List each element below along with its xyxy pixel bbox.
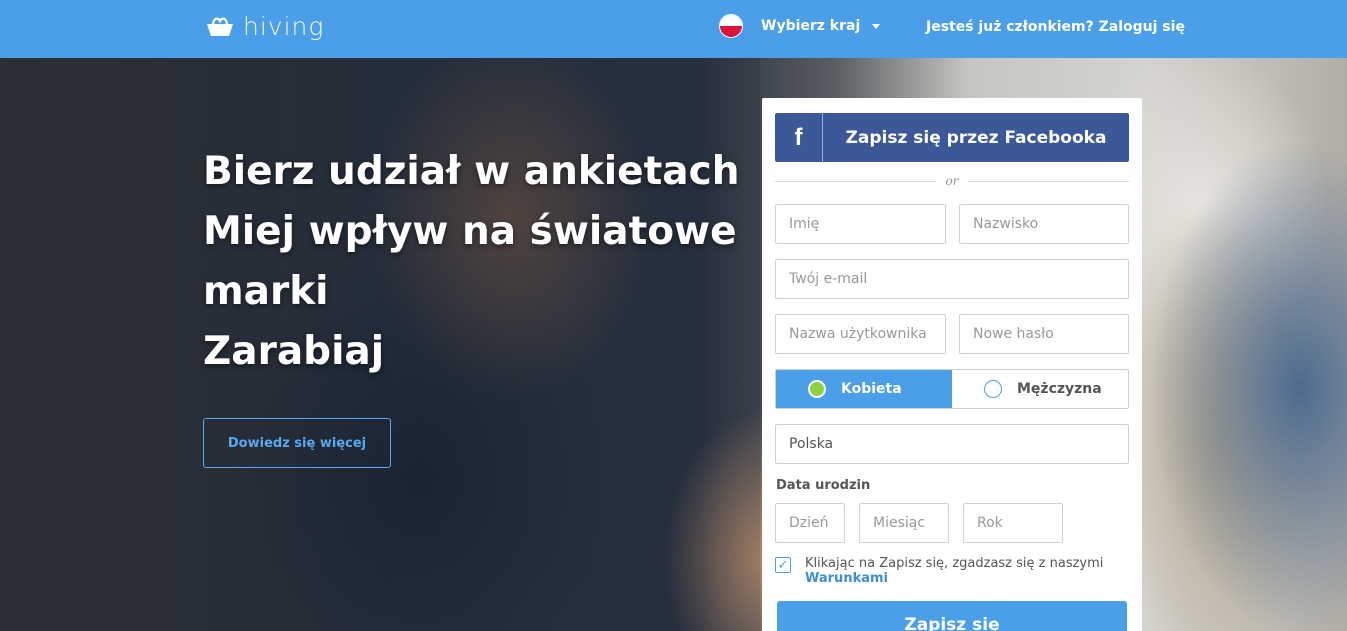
facebook-signup-label: Zapisz się przez Facebooka	[845, 127, 1107, 148]
email-field[interactable]: Twój e-mail	[775, 259, 1129, 299]
birth-month-field[interactable]: Miesiąc	[859, 503, 949, 543]
birth-day-field[interactable]: Dzień	[775, 503, 845, 543]
radio-unselected-icon	[984, 380, 1002, 398]
facebook-signup-button[interactable]: f Zapisz się przez Facebooka	[775, 113, 1129, 162]
password-field[interactable]: Nowe hasło	[959, 314, 1129, 354]
basket-logo-icon	[207, 17, 233, 36]
gender-selector: Kobieta Mężczyzna	[775, 369, 1129, 409]
country-field[interactable]: Polska	[775, 424, 1129, 464]
gender-option-female[interactable]: Kobieta	[776, 370, 952, 408]
username-field[interactable]: Nazwa użytkownika	[775, 314, 946, 354]
or-text: or	[945, 174, 959, 188]
logo-text: hiving	[243, 12, 325, 41]
facebook-icon: f	[775, 113, 823, 162]
signup-form: f Zapisz się przez Facebooka or Imię Naz…	[762, 98, 1142, 631]
hiving-logo[interactable]: hiving	[205, 12, 324, 41]
gender-option-male[interactable]: Mężczyzna	[952, 370, 1128, 408]
top-navigation-bar: hiving Wybierz kraj Jesteś już członkiem…	[0, 0, 1347, 58]
poland-flag-icon	[719, 14, 743, 38]
last-name-field[interactable]: Nazwisko	[959, 204, 1129, 244]
gender-female-label: Kobieta	[841, 381, 902, 397]
headline-line-1: Bierz udział w ankietach	[203, 149, 740, 194]
terms-checkbox[interactable]: ✓	[775, 557, 791, 573]
login-link[interactable]: Jesteś już członkiem? Zaloguj się	[926, 19, 1185, 35]
terms-text-block: Klikając na Zapisz się, zgadzasz się z n…	[805, 556, 1103, 586]
country-selector[interactable]: Wybierz kraj	[719, 14, 881, 38]
birth-date-label: Data urodzin	[776, 478, 871, 493]
first-name-field[interactable]: Imię	[775, 204, 946, 244]
country-selector-label: Wybierz kraj	[761, 18, 861, 34]
chevron-down-icon	[872, 23, 881, 29]
radio-selected-icon	[808, 380, 826, 398]
birth-year-field[interactable]: Rok	[963, 503, 1063, 543]
headline-line-2: Miej wpływ na światowe	[203, 209, 737, 254]
terms-row: ✓ Klikając na Zapisz się, zgadzasz się z…	[775, 556, 1129, 586]
learn-more-button[interactable]: Dowiedz się więcej	[203, 418, 391, 468]
or-divider: or	[775, 173, 1129, 189]
hero-headline: Bierz udział w ankietach Miej wpływ na ś…	[203, 142, 739, 382]
headline-line-4: Zarabiaj	[203, 329, 385, 374]
terms-link[interactable]: Warunkami	[805, 571, 1103, 586]
signup-submit-button[interactable]: Zapisz się	[777, 601, 1127, 631]
gender-male-label: Mężczyzna	[1017, 381, 1102, 397]
headline-line-3: marki	[203, 269, 329, 314]
terms-text: Klikając na Zapisz się, zgadzasz się z n…	[805, 556, 1104, 571]
